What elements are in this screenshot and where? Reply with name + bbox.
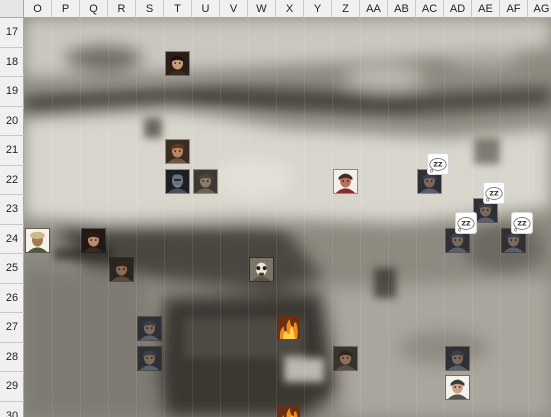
row-header-27[interactable]: 27	[0, 313, 24, 343]
column-header-ae[interactable]: AE	[472, 0, 500, 18]
column-header-t[interactable]: T	[164, 0, 192, 18]
gridline-vertical	[304, 18, 305, 417]
bearded-ranger-portrait	[82, 228, 105, 252]
skeleton-token-w25[interactable]	[249, 257, 274, 282]
goblin-token-ad28[interactable]	[445, 345, 470, 371]
gridline-vertical	[220, 18, 221, 417]
hooded-rogue-portrait	[166, 51, 189, 75]
goblin-portrait	[446, 346, 469, 370]
column-header-aa[interactable]: AA	[360, 0, 388, 18]
gridline-vertical	[276, 18, 277, 417]
armored-knight-token-t22[interactable]	[165, 168, 190, 194]
orc-brute-portrait	[194, 169, 217, 193]
ogre-chief-portrait	[334, 169, 357, 193]
column-header-y[interactable]: Y	[304, 0, 332, 18]
goblin-portrait	[138, 317, 161, 340]
gridline-vertical	[528, 18, 529, 417]
turbaned-warrior-token-o24[interactable]	[25, 227, 50, 253]
gridline-vertical	[444, 18, 445, 417]
gridline-vertical	[388, 18, 389, 417]
dwarf-warrior-portrait	[166, 140, 189, 163]
gridline-vertical	[332, 18, 333, 417]
ogre-chief-token-z22[interactable]	[333, 168, 358, 194]
column-header-o[interactable]: O	[24, 0, 52, 18]
column-header-v[interactable]: V	[220, 0, 248, 18]
row-header-22[interactable]: 22	[0, 166, 24, 195]
dwarf-fighter-portrait	[110, 258, 133, 281]
gridline-vertical	[80, 18, 81, 417]
column-header-ag[interactable]: AG	[528, 0, 551, 18]
gridline-vertical	[360, 18, 361, 417]
row-header-30[interactable]: 30	[0, 402, 24, 417]
goblin-token-s28[interactable]	[137, 345, 162, 371]
fire-token-x30[interactable]	[277, 404, 300, 417]
row-header-18[interactable]: 18	[0, 48, 24, 77]
gridline-vertical	[192, 18, 193, 417]
svg-text:ZZ: ZZ	[517, 220, 527, 227]
row-header-19[interactable]: 19	[0, 77, 24, 107]
dwarf-fighter-token-r25[interactable]	[109, 257, 134, 282]
bearded-ranger-token-q24[interactable]	[81, 227, 106, 253]
row-header-23[interactable]: 23	[0, 195, 24, 225]
sleep-status-icon: ZZ	[455, 211, 477, 234]
column-header-w[interactable]: W	[248, 0, 276, 18]
hooded-cleric-token-ad29[interactable]	[445, 375, 470, 400]
column-header-x[interactable]: X	[276, 0, 304, 18]
row-header-20[interactable]: 20	[0, 107, 24, 136]
ogre-token-z28[interactable]	[333, 345, 358, 371]
svg-text:ZZ: ZZ	[433, 161, 443, 168]
gridline-vertical	[416, 18, 417, 417]
sleep-status-icon: ZZ	[427, 152, 449, 175]
svg-text:ZZ: ZZ	[461, 220, 471, 227]
fire-icon	[277, 316, 300, 339]
column-header-ad[interactable]: AD	[444, 0, 472, 18]
gridline-vertical	[108, 18, 109, 417]
gridline-vertical	[136, 18, 137, 417]
row-header-24[interactable]: 24	[0, 225, 24, 254]
fire-icon	[277, 404, 300, 417]
svg-text:ZZ: ZZ	[489, 191, 499, 198]
goblin-portrait	[138, 346, 161, 370]
skull-portrait	[250, 258, 273, 281]
turbaned-warrior-portrait	[26, 228, 49, 252]
fire-token-x27[interactable]	[277, 316, 300, 339]
gridline-vertical	[248, 18, 249, 417]
row-header-21[interactable]: 21	[0, 136, 24, 166]
column-header-r[interactable]: R	[108, 0, 136, 18]
ogre-portrait	[334, 346, 357, 370]
gridline-vertical	[164, 18, 165, 417]
gridline-vertical	[52, 18, 53, 417]
select-all-corner[interactable]	[0, 0, 24, 18]
hooded-cleric-portrait	[446, 376, 469, 399]
row-header-28[interactable]: 28	[0, 343, 24, 372]
column-header-u[interactable]: U	[192, 0, 220, 18]
column-header-af[interactable]: AF	[500, 0, 528, 18]
row-header-26[interactable]: 26	[0, 284, 24, 313]
column-header-z[interactable]: Z	[332, 0, 360, 18]
row-header-bar: 17 18 19 20 21 22 23 24 25 26 27 28 29 30	[0, 18, 24, 417]
column-header-p[interactable]: P	[52, 0, 80, 18]
dark-knight-portrait	[166, 169, 189, 193]
column-header-ab[interactable]: AB	[388, 0, 416, 18]
sleep-status-icon: ZZ	[511, 211, 533, 234]
column-header-s[interactable]: S	[136, 0, 164, 18]
orc-brute-token-u22[interactable]	[193, 168, 218, 194]
row-header-17[interactable]: 17	[0, 18, 24, 48]
column-header-ac[interactable]: AC	[416, 0, 444, 18]
spreadsheet-battle-map: O P Q R S T U V W X Y Z AA AB AC AD AE AF AG 17 18 19 20 21 22 2…	[0, 0, 551, 417]
gridline-vertical	[472, 18, 473, 417]
sleep-status-icon: ZZ	[483, 182, 505, 204]
row-header-29[interactable]: 29	[0, 372, 24, 402]
column-header-bar: O P Q R S T U V W X Y Z AA AB AC AD AE AF AG	[0, 0, 551, 18]
gridline-vertical	[500, 18, 501, 417]
row-header-25[interactable]: 25	[0, 254, 24, 284]
goblin-token-s27[interactable]	[137, 316, 162, 341]
dwarf-warrior-token-t21[interactable]	[165, 139, 190, 164]
hooded-rogue-token-t18[interactable]	[165, 50, 190, 76]
column-header-q[interactable]: Q	[80, 0, 108, 18]
